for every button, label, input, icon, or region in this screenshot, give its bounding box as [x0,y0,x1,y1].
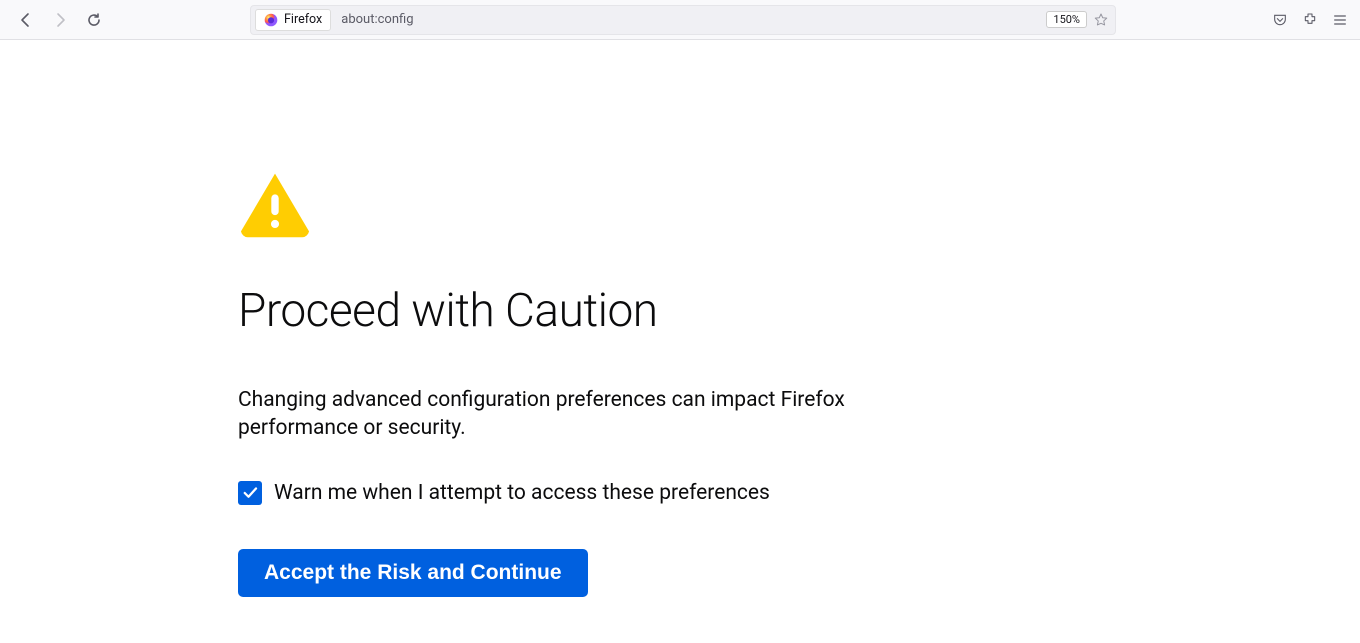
warn-checkbox[interactable] [238,481,262,505]
warning-triangle-icon [238,170,312,238]
warning-description: Changing advanced configuration preferen… [238,386,920,443]
checkmark-icon [241,484,259,502]
about-config-warning: Proceed with Caution Changing advanced c… [0,40,920,597]
zoom-badge[interactable]: 150% [1046,11,1087,28]
warn-checkbox-row[interactable]: Warn me when I attempt to access these p… [238,481,920,505]
identity-label: Firefox [284,12,322,27]
firefox-logo-icon [264,13,278,27]
pocket-icon[interactable] [1272,12,1288,28]
toolbar-right-icons [1272,12,1348,28]
page-content: Proceed with Caution Changing advanced c… [0,40,1360,643]
warn-checkbox-label: Warn me when I attempt to access these p… [274,481,770,505]
bookmark-star-icon[interactable] [1093,12,1109,28]
menu-icon[interactable] [1332,12,1348,28]
extensions-icon[interactable] [1302,12,1318,28]
forward-button[interactable] [46,6,74,34]
browser-toolbar: Firefox about:config 150% [0,0,1360,40]
arrow-left-icon [18,12,34,28]
identity-box[interactable]: Firefox [255,9,331,31]
reload-icon [86,12,102,28]
url-text[interactable]: about:config [337,12,1040,27]
arrow-right-icon [52,12,68,28]
accept-risk-button[interactable]: Accept the Risk and Continue [238,549,588,597]
back-button[interactable] [12,6,40,34]
url-bar[interactable]: Firefox about:config 150% [250,5,1116,35]
reload-button[interactable] [80,6,108,34]
page-title: Proceed with Caution [238,284,920,338]
